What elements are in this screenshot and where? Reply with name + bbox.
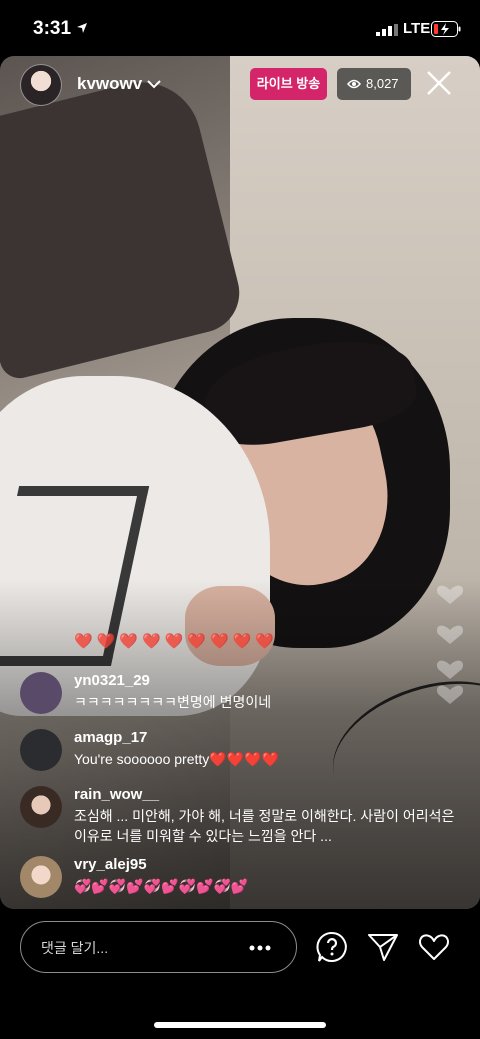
comment-username[interactable]: yn0321_29 — [74, 672, 150, 689]
broadcaster-avatar[interactable] — [20, 64, 62, 106]
comment-avatar[interactable] — [20, 729, 62, 771]
viewer-count-badge[interactable]: 8,027 — [337, 68, 411, 100]
live-badge: 라이브 방송 — [250, 68, 327, 100]
comment-item: yn0321_29 ㅋㅋㅋㅋㅋㅋㅋㅋ변명에 변명이네 — [20, 672, 460, 718]
question-icon[interactable] — [316, 931, 348, 963]
comment-text: 조심해 ... 미안해, 가야 해, 너를 정말로 이해한다. 사람이 어리석은… — [74, 808, 455, 844]
home-indicator[interactable] — [154, 1022, 326, 1028]
comment-avatar[interactable] — [20, 856, 62, 898]
broadcaster-username[interactable]: kvwowv — [77, 74, 142, 94]
send-icon[interactable] — [367, 932, 399, 962]
comment-input-placeholder: 댓글 달기... — [41, 940, 109, 956]
viewer-count: 8,027 — [366, 76, 399, 91]
signal-icon — [376, 24, 398, 36]
status-time: 3:31 — [33, 18, 72, 39]
heart-icon[interactable] — [418, 932, 450, 962]
comment-item: vry_alej95 💞💕💞💕💞💕💞💕💞💕 — [20, 856, 460, 902]
location-arrow-icon — [77, 23, 87, 33]
comment-input[interactable]: 댓글 달기... — [20, 921, 297, 973]
hearts-reaction-row: ❤️❤️❤️❤️❤️❤️❤️❤️❤️ — [74, 633, 279, 650]
battery-icon — [431, 21, 461, 37]
comment-username[interactable]: amagp_17 — [74, 729, 147, 746]
status-bar: 3:31 LTE — [0, 0, 480, 56]
comment-username[interactable]: rain_wow__ — [74, 786, 159, 803]
chevron-down-icon[interactable] — [146, 78, 162, 90]
comment-avatar[interactable] — [20, 786, 62, 828]
comment-text: 💞💕💞💕💞💕💞💕💞💕 — [74, 878, 249, 894]
eye-icon — [347, 79, 361, 89]
comment-item: rain_wow__ 조심해 ... 미안해, 가야 해, 너를 정말로 이해한… — [20, 786, 460, 846]
live-video[interactable] — [0, 56, 480, 909]
comment-avatar[interactable] — [20, 672, 62, 714]
close-icon[interactable] — [424, 68, 454, 98]
comment-username[interactable]: vry_alej95 — [74, 856, 147, 873]
network-type: LTE — [403, 20, 431, 37]
comment-item: amagp_17 You're soooooo pretty❤️❤️❤️❤️ — [20, 729, 460, 775]
comment-text: You're soooooo pretty❤️❤️❤️❤️ — [74, 751, 279, 767]
comment-text: ㅋㅋㅋㅋㅋㅋㅋㅋ변명에 변명이네 — [74, 694, 272, 710]
more-dots-icon[interactable] — [249, 945, 271, 951]
